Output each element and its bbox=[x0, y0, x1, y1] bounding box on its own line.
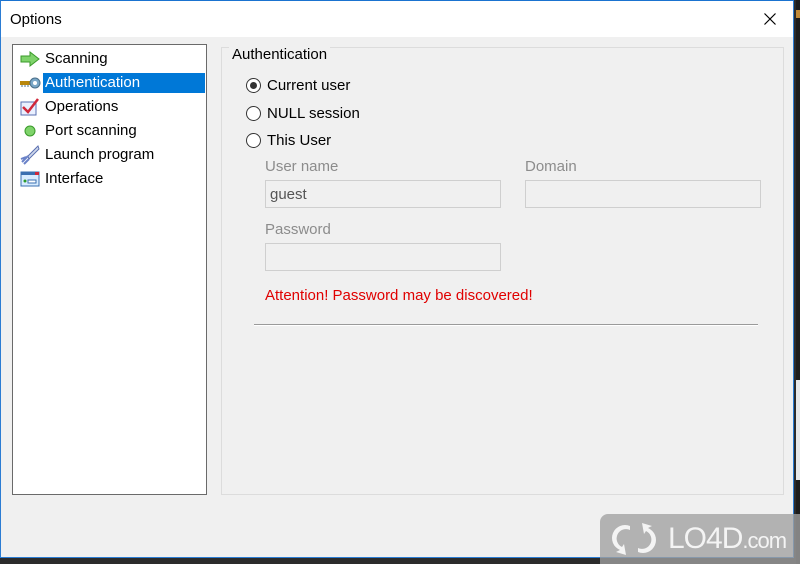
nav-item-operations[interactable]: Operations bbox=[19, 96, 120, 118]
options-dialog: Options Scanning Authentication Operatio… bbox=[0, 0, 794, 558]
checkmark-box-icon bbox=[19, 97, 41, 117]
username-input[interactable] bbox=[265, 180, 501, 208]
radio-checked-dot bbox=[250, 82, 257, 89]
nav-item-label: Port scanning bbox=[45, 122, 137, 139]
close-button[interactable] bbox=[747, 1, 793, 37]
options-category-list[interactable]: Scanning Authentication Operations Port … bbox=[12, 44, 207, 495]
close-icon bbox=[764, 13, 776, 25]
watermark: LO4D.com bbox=[600, 514, 800, 564]
window-icon bbox=[19, 169, 41, 189]
radio-label: This User bbox=[267, 132, 332, 149]
watermark-suffix: .com bbox=[742, 528, 787, 553]
radio-label: NULL session bbox=[267, 105, 360, 122]
green-dot-icon bbox=[19, 121, 41, 141]
nav-item-label: Scanning bbox=[45, 50, 108, 67]
nav-item-launch-program[interactable]: Launch program bbox=[19, 144, 156, 166]
radio-null-session[interactable]: NULL session bbox=[246, 105, 360, 122]
radio-this-user[interactable]: This User bbox=[246, 132, 331, 149]
nav-item-port-scanning[interactable]: Port scanning bbox=[19, 120, 139, 142]
watermark-brand: LO4D bbox=[668, 522, 743, 555]
password-warning: Attention! Password may be discovered! bbox=[265, 287, 533, 304]
key-icon bbox=[19, 73, 41, 93]
radio-current-user[interactable]: Current user bbox=[246, 77, 350, 94]
username-label: User name bbox=[265, 158, 339, 175]
nav-item-scanning[interactable]: Scanning bbox=[19, 48, 110, 70]
group-title: Authentication bbox=[229, 46, 331, 63]
rocket-icon bbox=[19, 145, 41, 165]
lo4d-logo-icon bbox=[612, 523, 656, 555]
domain-input[interactable] bbox=[525, 180, 761, 208]
radio-label: Current user bbox=[267, 77, 351, 94]
nav-item-interface[interactable]: Interface bbox=[19, 168, 105, 190]
nav-item-label: Operations bbox=[45, 98, 119, 115]
nav-item-authentication[interactable]: Authentication bbox=[19, 72, 205, 94]
domain-label: Domain bbox=[525, 158, 577, 175]
window-title: Options bbox=[10, 11, 62, 28]
separator bbox=[254, 324, 758, 326]
background-app-edge bbox=[796, 0, 800, 564]
nav-item-label: Interface bbox=[45, 170, 104, 187]
nav-item-label: Launch program bbox=[45, 146, 155, 163]
password-label: Password bbox=[265, 221, 331, 238]
nav-item-label: Authentication bbox=[43, 73, 205, 93]
password-input[interactable] bbox=[265, 243, 501, 271]
green-arrow-icon bbox=[19, 49, 41, 69]
title-bar: Options bbox=[1, 1, 793, 37]
